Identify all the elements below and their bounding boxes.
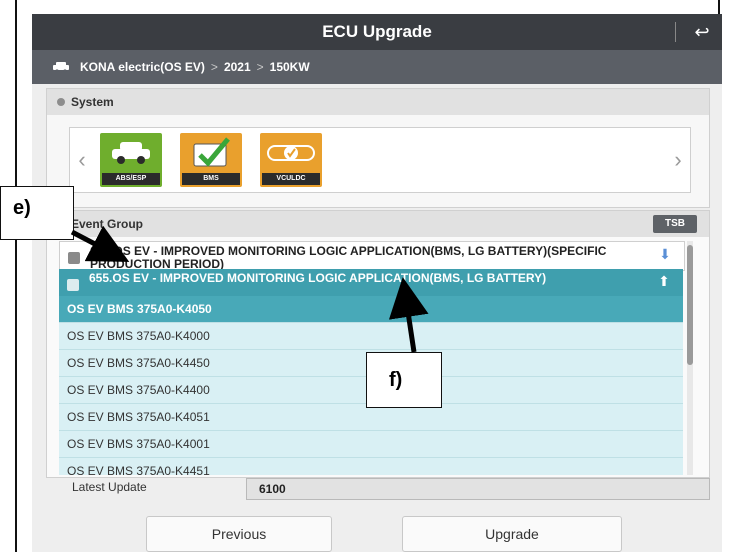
annotation-e-arrow (70, 225, 130, 262)
annotation-f-arrow (388, 277, 429, 353)
annotation-arrows (70, 225, 429, 353)
